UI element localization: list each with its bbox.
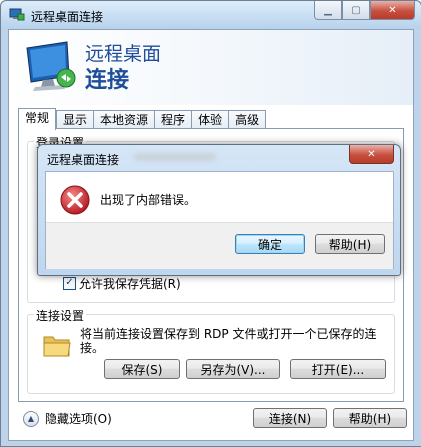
tab-display[interactable]: 显示 (56, 110, 94, 130)
error-dialog: 远程桌面连接 ✕ 出现了内部错误。 确定 帮助(H) (37, 144, 401, 276)
chevron-up-icon: ▲ (23, 410, 39, 427)
tab-local-resources[interactable]: 本地资源 (93, 110, 155, 130)
help-button[interactable]: 帮助(H) (333, 408, 407, 428)
save-button[interactable]: 保存(S) (104, 359, 180, 379)
hide-options-label: 隐藏选项(O) (45, 412, 112, 426)
close-button[interactable]: ✕ (370, 1, 415, 20)
close-icon: ✕ (367, 148, 376, 160)
minimize-icon: ▁ (324, 4, 332, 16)
save-as-button[interactable]: 另存为(V)... (186, 359, 280, 379)
error-icon (60, 185, 90, 215)
dialog-help-button[interactable]: 帮助(H) (315, 234, 385, 254)
tab-programs[interactable]: 程序 (154, 110, 192, 130)
tab-experience[interactable]: 体验 (191, 110, 229, 130)
ok-button[interactable]: 确定 (235, 234, 305, 254)
dialog-footer: 确定 帮助(H) (46, 222, 393, 269)
dialog-title: 远程桌面连接 (47, 153, 120, 167)
connection-settings-group: 连接设置 将当前连接设置保存到 RDP 文件或打开一个已保存的连接。 保存(S)… (27, 307, 395, 394)
connection-description: 将当前连接设置保存到 RDP 文件或打开一个已保存的连接。 (80, 327, 377, 355)
title-bar[interactable]: 远程桌面连接 ▁ ▢ ✕ (1, 1, 421, 29)
window-title: 远程桌面连接 (31, 10, 104, 24)
connect-button[interactable]: 连接(N) (253, 408, 327, 428)
tab-advanced[interactable]: 高级 (228, 110, 267, 130)
maximize-icon: ▢ (351, 4, 361, 16)
save-credentials-label: 允许我保存凭据(R) (79, 277, 181, 291)
monitor-icon (26, 41, 76, 91)
banner-title-line2: 连接 (85, 68, 130, 93)
close-icon: ✕ (388, 4, 397, 16)
dialog-title-blurred-text (134, 153, 216, 161)
minimize-button[interactable]: ▁ (314, 1, 342, 20)
hide-options-toggle[interactable]: ▲ 隐藏选项(O) (23, 410, 112, 427)
error-message: 出现了内部错误。 (100, 193, 197, 207)
connection-settings-legend: 连接设置 (34, 307, 87, 324)
open-button[interactable]: 打开(E)... (290, 359, 386, 379)
folder-icon (43, 336, 71, 357)
tab-general[interactable]: 常规 (18, 108, 57, 130)
save-credentials-row[interactable]: ✓ 允许我保存凭据(R) (63, 275, 181, 292)
dialog-body: 出现了内部错误。 确定 帮助(H) (45, 171, 394, 269)
tab-strip: 常规 显示 本地资源 程序 体验 高级 (18, 108, 267, 130)
banner: 远程桌面 连接 (9, 30, 413, 105)
remote-desktop-window: 远程桌面连接 ▁ ▢ ✕ 远程桌面 连接 常规 显示 本地资源 程序 体验 高级… (0, 0, 421, 447)
dialog-close-button[interactable]: ✕ (349, 145, 394, 164)
remote-desktop-app-icon (9, 8, 25, 21)
maximize-button[interactable]: ▢ (342, 1, 370, 20)
save-credentials-checkbox[interactable]: ✓ (63, 277, 76, 290)
caption-buttons: ▁ ▢ ✕ (314, 1, 415, 21)
